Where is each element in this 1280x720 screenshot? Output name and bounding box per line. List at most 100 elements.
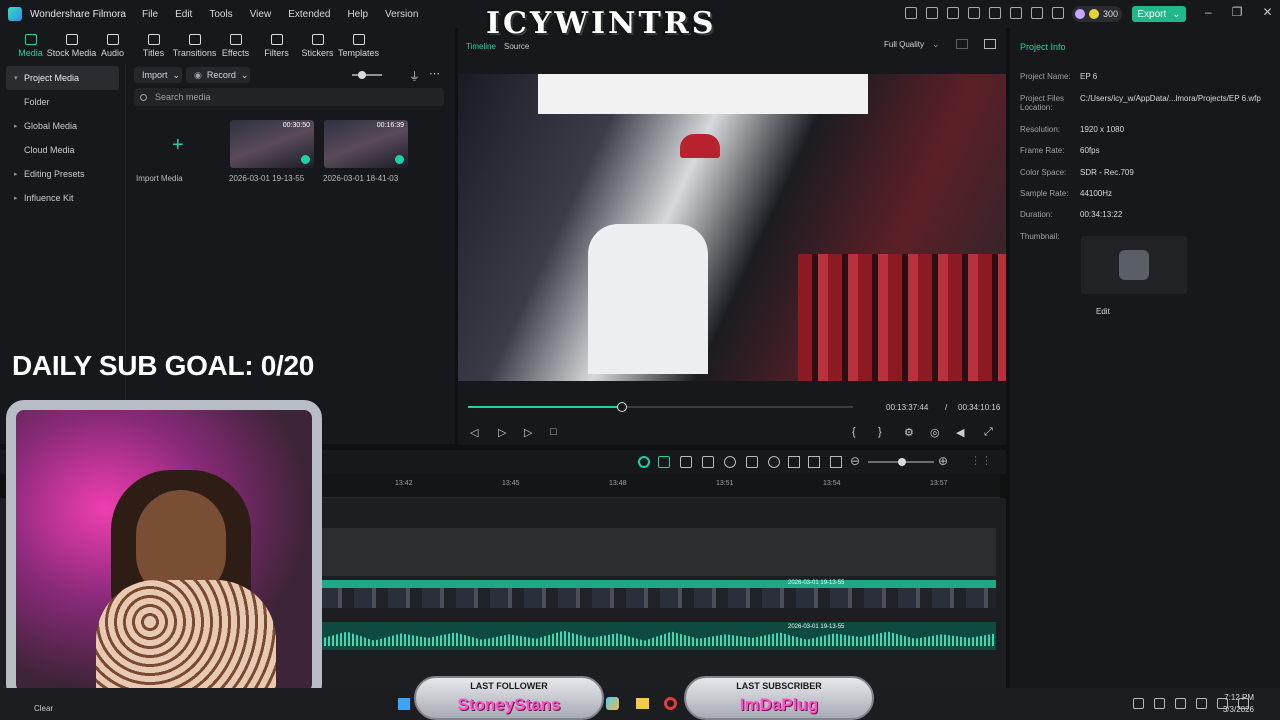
clock[interactable]: 7:12 PM 3/3/2026 — [1223, 692, 1254, 716]
zoom-knob[interactable] — [358, 71, 366, 79]
sidebar-item-cloud-media[interactable]: Cloud Media — [0, 138, 125, 162]
sidebar-item-influence-kit[interactable]: ▸ Influence Kit — [0, 186, 125, 210]
import-media-label[interactable]: Import Media — [136, 174, 183, 183]
save-icon[interactable] — [989, 7, 1001, 19]
media-panel: Import ⌄ ◉ Record ⌄ ⏚ ⋯ Search media + Impo… — [126, 64, 455, 444]
speed-icon[interactable] — [702, 456, 714, 468]
transition-icon — [188, 34, 201, 45]
edit-thumbnail-button[interactable]: Edit — [1096, 307, 1110, 316]
render-icon[interactable]: ⚙ — [904, 426, 914, 439]
fullscreen-icon[interactable]: ⤢ — [984, 426, 993, 439]
account-icon[interactable] — [1052, 7, 1064, 19]
sidebar-item-editing-presets[interactable]: ▸ Editing Presets — [0, 162, 125, 186]
mixer-icon[interactable] — [788, 456, 800, 468]
opera-icon[interactable] — [664, 697, 677, 710]
tool-stickers[interactable]: Stickers — [297, 28, 338, 64]
tool-transitions[interactable]: Transitions — [173, 28, 216, 64]
menu-file[interactable]: File — [142, 9, 158, 20]
audio-clip[interactable]: 2026-03-01 19-13-55 — [320, 622, 996, 650]
network-icon[interactable] — [1154, 698, 1165, 709]
scene-figure — [588, 224, 708, 374]
color-icon[interactable] — [724, 456, 736, 468]
media-thumb-1[interactable]: 00:30:50 — [230, 120, 314, 168]
playhead-knob[interactable] — [617, 402, 627, 412]
grid-view-icon[interactable]: ⋮⋮ — [970, 454, 992, 467]
export-button[interactable]: Export ⌄ — [1132, 6, 1186, 22]
record-button[interactable]: ◉ Record ⌄ — [186, 67, 250, 83]
maximize-icon[interactable]: ❐ — [1232, 5, 1243, 19]
tool-templates[interactable]: Templates — [338, 28, 379, 64]
tool-titles[interactable]: Titles — [133, 28, 174, 64]
timeline-zoom-slider[interactable] — [868, 458, 934, 466]
media-thumb-2[interactable]: 00:16:39 — [324, 120, 408, 168]
credits-badge[interactable]: 300 — [1072, 6, 1122, 22]
settings-icon[interactable] — [1031, 7, 1043, 19]
tool-audio[interactable]: Audio — [92, 28, 133, 64]
sidebar-item-folder[interactable]: Folder — [0, 90, 125, 114]
minimize-icon[interactable]: – — [1205, 5, 1212, 19]
wifi-icon[interactable] — [1196, 698, 1207, 709]
tool-filters[interactable]: Filters — [256, 28, 297, 64]
gift-icon[interactable] — [905, 7, 917, 19]
snapshot-icon[interactable]: ◎ — [930, 426, 940, 439]
ai-tool-icon[interactable] — [638, 456, 650, 468]
grid-icon[interactable] — [956, 39, 968, 49]
windows-start-icon[interactable] — [398, 698, 410, 710]
magnet-icon[interactable] — [658, 456, 670, 468]
menu-view[interactable]: View — [250, 9, 272, 20]
thumbnail-preview[interactable] — [1081, 236, 1187, 294]
filter-icon[interactable]: ⏚ — [409, 68, 420, 84]
menu-edit[interactable]: Edit — [175, 9, 192, 20]
cloud-icon[interactable] — [1010, 7, 1022, 19]
split-icon[interactable] — [808, 456, 820, 468]
sidebar-item-project-media[interactable]: ▾ Project Media — [6, 66, 119, 90]
search-input[interactable]: Search media — [134, 88, 444, 106]
timeline-ruler[interactable]: 13:42 13:45 13:48 13:51 13:54 13:57 — [320, 474, 1000, 498]
copilot-icon[interactable] — [606, 697, 619, 710]
file-explorer-icon[interactable] — [636, 698, 649, 709]
plus-icon[interactable]: + — [172, 134, 184, 157]
more-icon[interactable]: ⋯ — [429, 67, 440, 80]
close-icon[interactable]: ✕ — [1262, 5, 1272, 19]
chevron-up-icon[interactable] — [1133, 698, 1144, 709]
menu-extended[interactable]: Extended — [288, 9, 330, 20]
mark-in-icon[interactable]: { — [852, 426, 856, 438]
empty-track[interactable] — [320, 528, 996, 576]
menu-version[interactable]: Version — [385, 9, 418, 20]
sidebar-item-global-media[interactable]: ▸ Global Media — [0, 114, 125, 138]
zoom-out-icon[interactable]: ⊖ — [850, 454, 860, 468]
tool-stock-media[interactable]: Stock Media — [47, 28, 96, 64]
window-controls: – ❐ ✕ — [1205, 5, 1273, 19]
prev-frame-icon[interactable]: ◁ — [470, 426, 478, 439]
effects-icon — [229, 34, 242, 45]
crop-icon[interactable] — [680, 456, 692, 468]
step-back-icon[interactable]: ▷ — [498, 426, 506, 439]
tool-effects[interactable]: Effects — [215, 28, 256, 64]
tab-source[interactable]: Source — [504, 42, 529, 51]
send-icon[interactable] — [926, 7, 938, 19]
quality-select[interactable]: Full Quality — [884, 40, 924, 49]
playhead-track[interactable] — [468, 402, 853, 412]
zoom-slider[interactable] — [352, 71, 382, 79]
import-button[interactable]: Import ⌄ — [134, 67, 182, 83]
tool-media[interactable]: Media — [10, 28, 51, 64]
pip-icon[interactable] — [830, 456, 842, 468]
zoom-in-icon[interactable]: ⊕ — [938, 454, 948, 468]
menu-tools[interactable]: Tools — [209, 9, 232, 20]
play-icon[interactable]: ▷ — [524, 426, 532, 439]
list-icon[interactable] — [968, 7, 980, 19]
mark-out-icon[interactable]: } — [878, 426, 882, 438]
menu-help[interactable]: Help — [347, 9, 368, 20]
mic-tray-icon[interactable] — [1175, 698, 1186, 709]
layout-icon[interactable] — [947, 7, 959, 19]
image-icon[interactable] — [984, 39, 996, 49]
marker-icon[interactable] — [746, 456, 758, 468]
mic-icon[interactable] — [768, 456, 780, 468]
timeline-zoom-knob[interactable] — [898, 458, 906, 466]
stop-icon[interactable]: □ — [550, 426, 557, 438]
video-clip[interactable]: 2026-03-01 19-13-55 — [320, 580, 996, 608]
sidebar-item-label: Global Media — [24, 121, 78, 131]
video-preview[interactable] — [458, 74, 1006, 381]
volume-icon[interactable]: ◀ — [956, 426, 964, 439]
tab-timeline[interactable]: Timeline — [466, 42, 496, 51]
